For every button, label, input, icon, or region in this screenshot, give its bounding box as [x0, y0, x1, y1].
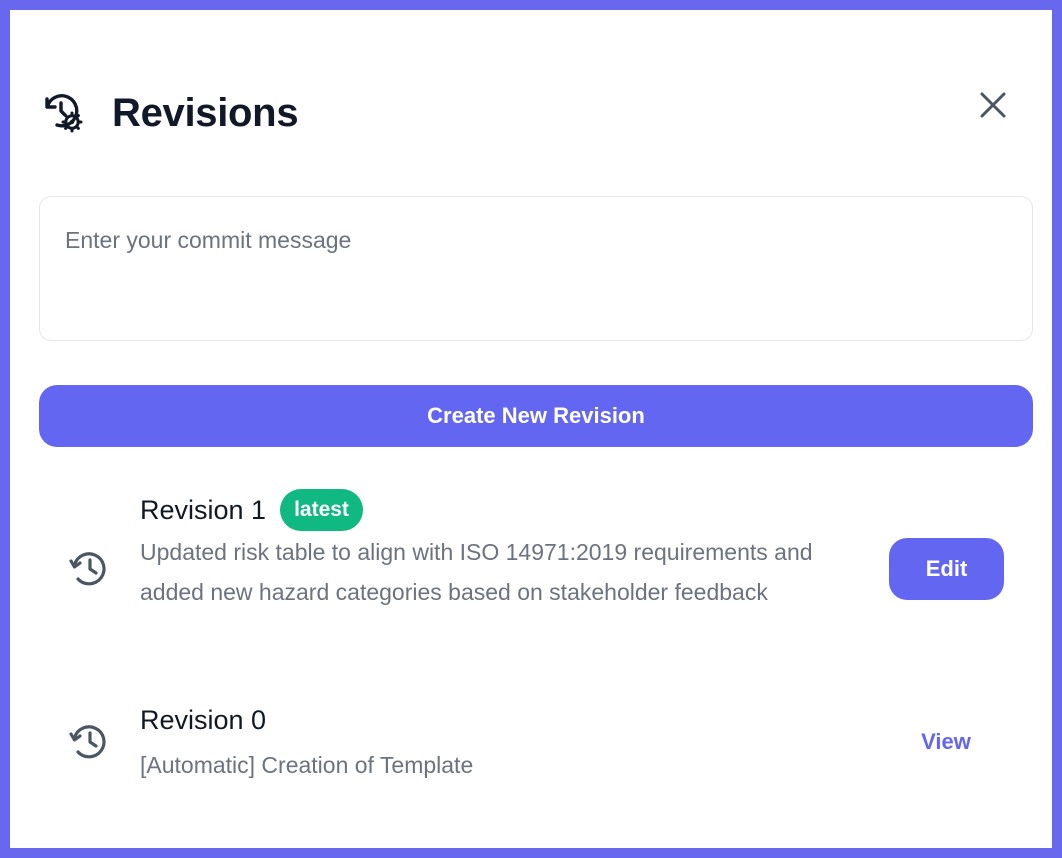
- revision-title: Revision 0: [140, 705, 267, 735]
- history-settings-icon: [42, 92, 84, 134]
- history-icon: [68, 548, 110, 590]
- commit-message-input[interactable]: [39, 196, 1033, 341]
- panel-title: Revisions: [112, 90, 299, 135]
- panel-header: Revisions: [42, 80, 1022, 146]
- create-revision-button[interactable]: Create New Revision: [39, 385, 1033, 447]
- close-icon: [980, 92, 1006, 118]
- edit-revision-button[interactable]: Edit: [889, 538, 1004, 600]
- view-revision-link[interactable]: View: [895, 722, 997, 762]
- revisions-panel: Revisions Create New Revision Revision 1…: [10, 10, 1052, 848]
- revision-title: Revision 1: [140, 494, 267, 525]
- revision-description: [Automatic] Creation of Template: [140, 752, 474, 778]
- history-icon: [68, 721, 110, 763]
- latest-badge: latest: [280, 489, 363, 531]
- close-button[interactable]: [974, 86, 1012, 124]
- revision-description: Updated risk table to align with ISO 149…: [140, 539, 813, 605]
